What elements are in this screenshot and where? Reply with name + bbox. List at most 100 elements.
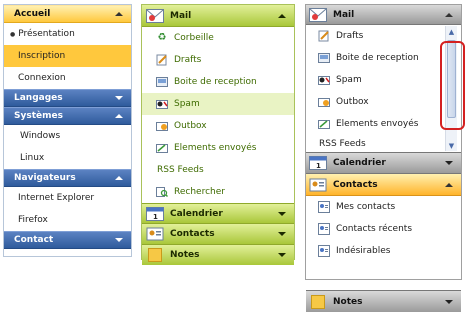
drafts-icon — [155, 54, 169, 66]
collapse-arrow-icon — [445, 12, 453, 17]
section-header-contacts[interactable]: Contacts — [306, 174, 461, 196]
scroll-up-arrow-icon[interactable]: ▲ — [446, 26, 457, 37]
expand-arrow-icon — [445, 299, 453, 304]
section-header-label: Systèmes — [14, 111, 63, 121]
navigation-panel-blue: Accueil Présentation Inscription Connexi… — [3, 4, 132, 257]
inbox-icon — [317, 52, 331, 64]
mail-icon — [309, 7, 327, 22]
drafts-icon — [317, 30, 331, 42]
nav-item-label: Inscription — [18, 51, 66, 61]
svg-text:1: 1 — [153, 213, 158, 221]
contact-item-mes-contacts[interactable]: Mes contacts — [306, 196, 461, 218]
section-header-label: Navigateurs — [14, 173, 76, 183]
nav-item-label: Présentation — [18, 29, 75, 39]
mail-item-rss-feeds[interactable]: RSS Feeds — [306, 135, 461, 152]
calendar-icon: 1 — [309, 156, 327, 170]
contact-item-label: Mes contacts — [336, 202, 396, 212]
mail-item-boite-de-reception[interactable]: Boite de reception — [306, 47, 461, 69]
scroll-down-arrow-icon[interactable]: ▼ — [446, 140, 457, 151]
expand-arrow-icon — [278, 253, 286, 257]
calendar-icon: 1 — [146, 206, 164, 221]
section-header-label: Contacts — [333, 179, 378, 190]
spam-icon — [317, 74, 331, 86]
section-header-label: Notes — [333, 296, 363, 307]
mail-item-outbox[interactable]: Outbox — [142, 115, 294, 137]
mail-item-rss-feeds[interactable]: RSS Feeds — [142, 159, 294, 181]
section-header-contact[interactable]: Contact — [4, 231, 131, 249]
section-header-contacts[interactable]: Contacts — [142, 224, 294, 245]
expand-arrow-icon — [115, 96, 123, 100]
sent-icon — [317, 118, 331, 130]
section-header-langages[interactable]: Langages — [4, 89, 131, 107]
expand-arrow-icon — [445, 161, 453, 165]
mail-item-elements-envoyes[interactable]: Elements envoyés — [306, 113, 461, 135]
section-header-notes[interactable]: Notes — [306, 290, 461, 312]
contacts-icon — [146, 227, 164, 241]
section-header-label: Calendrier — [170, 208, 223, 219]
mail-item-label: RSS Feeds — [157, 165, 204, 175]
section-header-navigateurs[interactable]: Navigateurs — [4, 169, 131, 187]
section-header-label: Contact — [14, 235, 54, 245]
mail-item-label: Elements envoyés — [336, 119, 419, 129]
svg-text:1: 1 — [316, 162, 321, 170]
mail-item-label: Rechercher — [174, 187, 225, 197]
nav-item-presentation[interactable]: Présentation — [4, 23, 131, 45]
notes-icon — [309, 294, 327, 309]
section-header-calendrier[interactable]: 1 Calendrier — [142, 203, 294, 224]
contact-item-label: Contacts récents — [336, 224, 413, 234]
nav-item-internet-explorer[interactable]: Internet Explorer — [4, 187, 131, 209]
collapse-arrow-icon — [445, 182, 453, 187]
expand-arrow-icon — [115, 114, 123, 118]
scrollbar-highlight-annotation — [440, 41, 465, 130]
mail-item-label: Boite de reception — [336, 53, 419, 63]
mail-item-drafts[interactable]: Drafts — [142, 49, 294, 71]
contact-item-indesirables[interactable]: Indésirables — [306, 240, 461, 262]
section-header-label: Mail — [333, 9, 355, 20]
nav-item-firefox[interactable]: Firefox — [4, 209, 131, 231]
section-header-label: Contacts — [170, 229, 215, 239]
blocked-contacts-icon — [317, 245, 331, 257]
section-header-systemes[interactable]: Systèmes — [4, 107, 131, 125]
nav-item-inscription[interactable]: Inscription — [4, 45, 131, 67]
contacts-icon — [309, 178, 327, 192]
mail-item-outbox[interactable]: Outbox — [306, 91, 461, 113]
collapse-arrow-icon — [115, 176, 123, 180]
nav-item-windows[interactable]: Windows — [4, 125, 131, 147]
section-header-accueil[interactable]: Accueil — [4, 5, 131, 23]
nav-item-linux[interactable]: Linux — [4, 147, 131, 169]
mail-item-corbeille[interactable]: ♻ Corbeille — [142, 27, 294, 49]
contact-item-label: Indésirables — [336, 246, 391, 256]
section-header-mail[interactable]: Mail — [306, 5, 461, 25]
mail-item-label: RSS Feeds — [319, 138, 366, 149]
contact-item-contacts-recents[interactable]: Contacts récents — [306, 218, 461, 240]
section-header-label: Calendrier — [333, 158, 386, 168]
nav-item-label: Windows — [20, 131, 61, 141]
mail-item-boite-de-reception[interactable]: Boite de reception — [142, 71, 294, 93]
outbox-icon — [155, 120, 169, 132]
mail-item-label: Outbox — [174, 121, 207, 131]
section-header-calendrier[interactable]: 1 Calendrier — [306, 152, 461, 174]
nav-item-connexion[interactable]: Connexion — [4, 67, 131, 89]
search-icon — [155, 186, 169, 198]
mail-item-drafts[interactable]: Drafts — [306, 25, 461, 47]
collapse-arrow-icon — [115, 12, 123, 16]
section-header-label: Notes — [170, 250, 200, 260]
mail-item-spam[interactable]: Spam — [306, 69, 461, 91]
nav-item-label: Firefox — [18, 215, 48, 225]
section-header-label: Accueil — [14, 9, 51, 19]
nav-item-label: Internet Explorer — [18, 193, 95, 203]
mail-item-elements-envoyes[interactable]: Elements envoyés — [142, 137, 294, 159]
navigation-panel-grey: Mail Drafts Boite de reception Spam Outb… — [305, 4, 462, 312]
mail-item-label: Spam — [336, 75, 362, 85]
sent-icon — [155, 142, 169, 154]
navigation-panel-green: Mail ♻ Corbeille Drafts Boite de recepti… — [141, 4, 295, 265]
mail-icon — [146, 8, 164, 23]
section-header-mail[interactable]: Mail — [142, 5, 294, 27]
nav-item-label: Linux — [20, 153, 45, 163]
mail-item-rechercher[interactable]: Rechercher — [142, 181, 294, 203]
spam-icon — [155, 98, 169, 110]
contacts-icon — [317, 201, 331, 213]
section-header-notes[interactable]: Notes — [142, 245, 294, 265]
expand-arrow-icon — [115, 238, 123, 242]
mail-item-spam[interactable]: Spam — [142, 93, 294, 115]
